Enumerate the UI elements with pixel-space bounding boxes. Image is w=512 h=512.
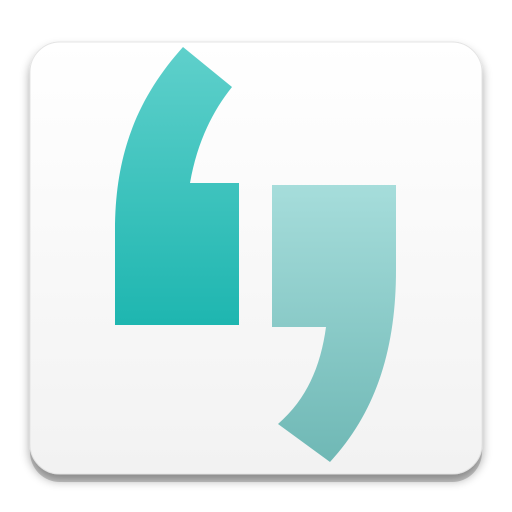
icon-canvas xyxy=(0,0,512,512)
quote-marks-app-icon xyxy=(29,41,483,482)
icon-tile xyxy=(29,41,483,475)
